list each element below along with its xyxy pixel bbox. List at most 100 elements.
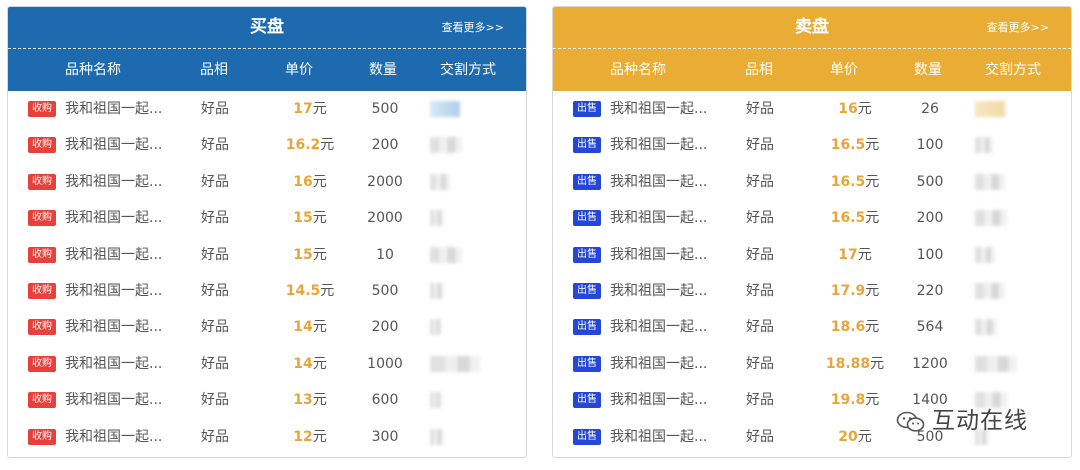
item-name[interactable]: 我和祖国一起... <box>610 237 707 273</box>
item-quality: 好品 <box>201 282 229 299</box>
price-unit: 元 <box>870 355 885 372</box>
sell-column-headers: 品种名称 品相 单价 数量 交割方式 <box>553 49 1071 91</box>
price-value: 12 <box>293 428 313 445</box>
item-price: 16.2元 <box>278 127 342 163</box>
column-header-quantity: 数量 <box>914 62 942 78</box>
table-row[interactable]: 收购 我和祖国一起... 好品 12元 300 <box>8 419 526 455</box>
buy-badge: 收购 <box>28 355 56 372</box>
table-row[interactable]: 收购 我和祖国一起... 好品 13元 600 <box>8 382 526 418</box>
item-quantity: 200 <box>916 210 944 227</box>
table-row[interactable]: 收购 我和祖国一起... 好品 15元 10 <box>8 237 526 273</box>
item-quality: 好品 <box>746 173 774 190</box>
item-name[interactable]: 我和祖国一起... <box>610 164 707 200</box>
item-price: 15元 <box>278 200 342 236</box>
item-name[interactable]: 我和祖国一起... <box>610 419 707 455</box>
item-name[interactable]: 我和祖国一起... <box>610 382 707 418</box>
item-name[interactable]: 我和祖国一起... <box>610 309 707 345</box>
price-value: 18.6 <box>830 319 866 336</box>
table-row[interactable]: 出售 我和祖国一起... 好品 16.5元 500 <box>553 164 1071 200</box>
buy-badge: 收购 <box>28 246 56 263</box>
delivery-method-blurred <box>430 246 462 263</box>
item-quality: 好品 <box>201 137 229 154</box>
item-name[interactable]: 我和祖国一起... <box>610 91 707 127</box>
item-name[interactable]: 我和祖国一起... <box>65 200 162 236</box>
sell-badge: 出售 <box>573 355 601 372</box>
table-row[interactable]: 收购 我和祖国一起... 好品 16元 2000 <box>8 164 526 200</box>
price-unit: 元 <box>865 282 880 299</box>
item-name[interactable]: 我和祖国一起... <box>65 91 162 127</box>
item-price: 14.5元 <box>278 273 342 309</box>
item-price: 14元 <box>278 346 342 382</box>
price-unit: 元 <box>320 137 335 154</box>
table-row[interactable]: 收购 我和祖国一起... 好品 14元 200 <box>8 309 526 345</box>
price-unit: 元 <box>312 355 327 372</box>
table-row[interactable]: 出售 我和祖国一起... 好品 16元 26 <box>553 91 1071 127</box>
table-row[interactable]: 收购 我和祖国一起... 好品 17元 500 <box>8 91 526 127</box>
item-name[interactable]: 我和祖国一起... <box>610 127 707 163</box>
item-name[interactable]: 我和祖国一起... <box>65 382 162 418</box>
price-value: 13 <box>293 392 313 409</box>
sell-table-body: 出售 我和祖国一起... 好品 16元 26 出售 我和祖国一起... 好品 16.5元 100 出… <box>553 91 1071 455</box>
item-price: 16.5元 <box>823 164 887 200</box>
table-row[interactable]: 收购 我和祖国一起... 好品 15元 2000 <box>8 200 526 236</box>
item-price: 20元 <box>823 419 887 455</box>
item-quantity: 220 <box>916 282 944 299</box>
item-name[interactable]: 我和祖国一起... <box>65 309 162 345</box>
item-name[interactable]: 我和祖国一起... <box>610 200 707 236</box>
column-header-quality: 品相 <box>200 62 228 78</box>
item-price: 17元 <box>278 91 342 127</box>
delivery-method-blurred <box>430 355 480 372</box>
table-row[interactable]: 出售 我和祖国一起... 好品 18.88元 1200 <box>553 346 1071 382</box>
sell-badge: 出售 <box>573 137 601 154</box>
item-name[interactable]: 我和祖国一起... <box>65 237 162 273</box>
item-price: 13元 <box>278 382 342 418</box>
table-row[interactable]: 出售 我和祖国一起... 好品 16.5元 200 <box>553 200 1071 236</box>
delivery-method-blurred <box>430 210 444 227</box>
delivery-method-blurred <box>975 355 1017 372</box>
item-quality: 好品 <box>201 210 229 227</box>
sell-badge: 出售 <box>573 319 601 336</box>
item-name[interactable]: 我和祖国一起... <box>65 273 162 309</box>
table-row[interactable]: 收购 我和祖国一起... 好品 16.2元 200 <box>8 127 526 163</box>
delivery-method-blurred <box>430 101 460 117</box>
item-name[interactable]: 我和祖国一起... <box>65 419 162 455</box>
sell-view-more-link[interactable]: 查看更多>> <box>987 7 1049 48</box>
table-row[interactable]: 出售 我和祖国一起... 好品 16.5元 100 <box>553 127 1071 163</box>
buy-column-headers: 品种名称 品相 单价 数量 交割方式 <box>8 49 526 91</box>
item-price: 16.5元 <box>823 127 887 163</box>
delivery-method-blurred <box>430 428 444 445</box>
item-name[interactable]: 我和祖国一起... <box>65 127 162 163</box>
item-name[interactable]: 我和祖国一起... <box>610 346 707 382</box>
price-unit: 元 <box>865 137 880 154</box>
sell-panel-header: 卖盘 查看更多>> 品种名称 品相 单价 数量 交割方式 <box>553 7 1071 91</box>
sell-title-row: 卖盘 查看更多>> <box>553 7 1071 49</box>
price-value: 20 <box>838 428 858 445</box>
item-quality: 好品 <box>746 355 774 372</box>
price-value: 16 <box>838 101 858 117</box>
item-quantity: 200 <box>371 137 399 154</box>
table-row[interactable]: 出售 我和祖国一起... 好品 17元 100 <box>553 237 1071 273</box>
buy-view-more-link[interactable]: 查看更多>> <box>442 7 504 48</box>
item-name[interactable]: 我和祖国一起... <box>610 273 707 309</box>
price-value: 16.2 <box>285 137 321 154</box>
item-name[interactable]: 我和祖国一起... <box>65 164 162 200</box>
item-quantity: 100 <box>916 137 944 154</box>
wechat-icon <box>896 411 925 432</box>
price-unit: 元 <box>857 428 872 445</box>
delivery-method-blurred <box>430 319 442 336</box>
table-row[interactable]: 收购 我和祖国一起... 好品 14.5元 500 <box>8 273 526 309</box>
table-row[interactable]: 收购 我和祖国一起... 好品 14元 1000 <box>8 346 526 382</box>
price-unit: 元 <box>857 101 872 117</box>
delivery-method-blurred <box>430 282 444 299</box>
item-quality: 好品 <box>201 355 229 372</box>
item-quantity: 500 <box>371 101 399 117</box>
item-quality: 好品 <box>746 210 774 227</box>
price-unit: 元 <box>312 319 327 336</box>
item-quantity: 100 <box>916 246 944 263</box>
price-value: 16 <box>293 173 313 190</box>
table-row[interactable]: 出售 我和祖国一起... 好品 17.9元 220 <box>553 273 1071 309</box>
item-quantity: 500 <box>916 173 944 190</box>
table-row[interactable]: 出售 我和祖国一起... 好品 18.6元 564 <box>553 309 1071 345</box>
item-name[interactable]: 我和祖国一起... <box>65 346 162 382</box>
price-value: 18.88 <box>825 355 871 372</box>
